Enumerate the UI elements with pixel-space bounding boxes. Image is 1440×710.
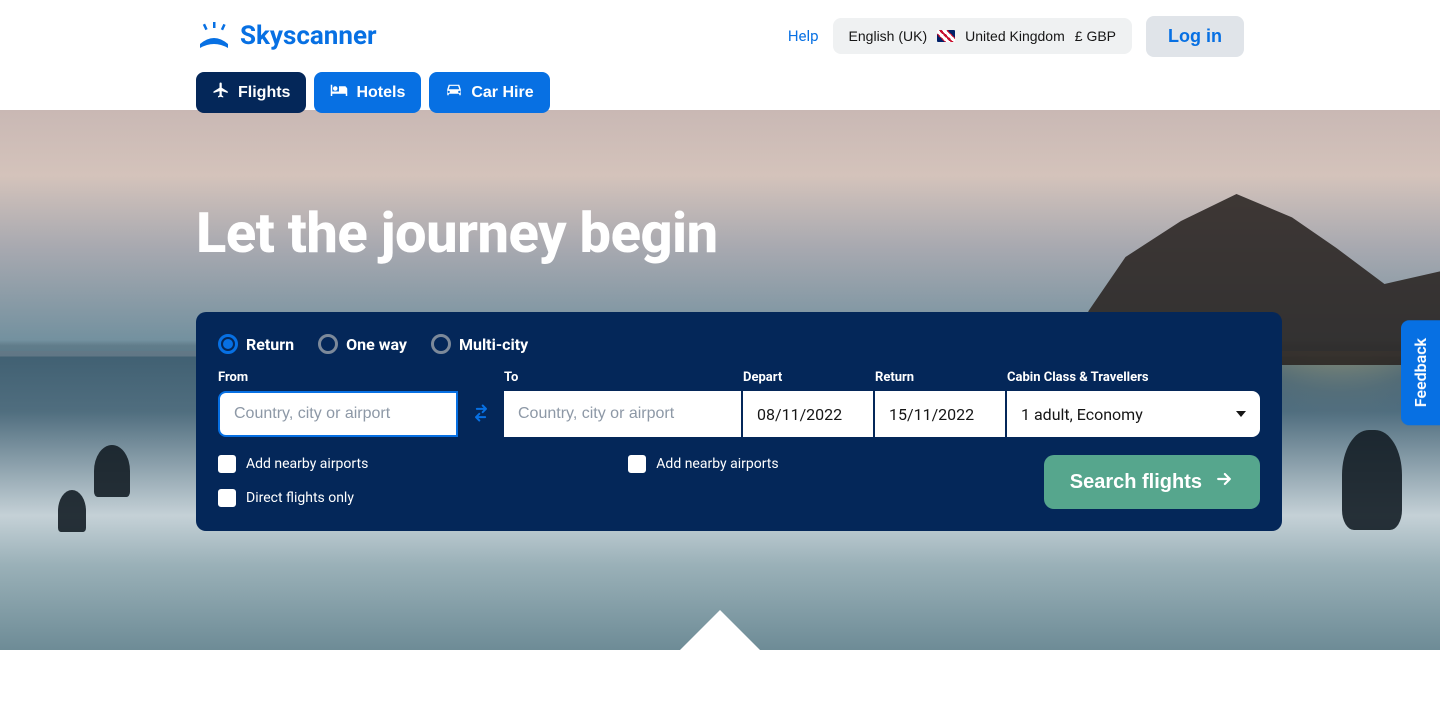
flight-search-panel: Return One way Multi-city From — [196, 312, 1282, 531]
trip-return-radio[interactable]: Return — [218, 334, 294, 354]
region-country: United Kingdom — [965, 28, 1065, 44]
region-language: English (UK) — [849, 28, 928, 44]
tab-hotels[interactable]: Hotels — [314, 72, 421, 113]
chevron-down-icon — [1236, 411, 1246, 417]
hero-title: Let the journey begin — [196, 200, 1244, 266]
bed-icon — [330, 81, 348, 104]
car-icon — [445, 81, 463, 104]
uk-flag-icon — [937, 30, 955, 42]
swap-icon — [471, 403, 491, 426]
depart-label: Depart — [743, 370, 873, 385]
nearby-to-label: Add nearby airports — [656, 456, 778, 472]
help-link[interactable]: Help — [788, 27, 819, 45]
depart-date-value: 08/11/2022 — [757, 405, 842, 424]
tab-hotels-label: Hotels — [356, 84, 405, 102]
checkbox-icon — [628, 455, 646, 473]
radio-icon — [318, 334, 338, 354]
plane-icon — [212, 81, 230, 104]
region-selector[interactable]: English (UK) United Kingdom £ GBP — [833, 18, 1132, 54]
sun-icon — [196, 22, 232, 50]
brand-name: Skyscanner — [240, 21, 377, 51]
depart-date-picker[interactable]: 08/11/2022 — [743, 391, 873, 437]
trip-oneway-radio[interactable]: One way — [318, 334, 407, 354]
feedback-tab[interactable]: Feedback — [1401, 320, 1440, 425]
from-label: From — [218, 370, 458, 385]
direct-only-checkbox[interactable]: Direct flights only — [218, 489, 368, 507]
checkbox-icon — [218, 489, 236, 507]
tab-carhire-label: Car Hire — [471, 84, 533, 102]
to-label: To — [504, 370, 741, 385]
brand-logo[interactable]: Skyscanner — [196, 21, 377, 51]
arrow-right-icon — [1214, 469, 1234, 495]
search-flights-label: Search flights — [1070, 471, 1202, 494]
trip-return-label: Return — [246, 335, 294, 354]
return-label: Return — [875, 370, 1005, 385]
tab-carhire[interactable]: Car Hire — [429, 72, 549, 113]
radio-icon — [431, 334, 451, 354]
trip-multicity-label: Multi-city — [459, 335, 528, 354]
checkbox-icon — [218, 455, 236, 473]
login-button[interactable]: Log in — [1146, 16, 1244, 57]
direct-only-label: Direct flights only — [246, 490, 354, 506]
cabin-travellers-value: 1 adult, Economy — [1021, 405, 1143, 424]
nearby-to-checkbox[interactable]: Add nearby airports — [628, 455, 778, 473]
search-flights-button[interactable]: Search flights — [1044, 455, 1260, 509]
return-date-picker[interactable]: 15/11/2022 — [875, 391, 1005, 437]
to-input[interactable] — [504, 391, 741, 437]
nearby-from-checkbox[interactable]: Add nearby airports — [218, 455, 368, 473]
tab-flights-label: Flights — [238, 84, 290, 102]
radio-selected-icon — [218, 334, 238, 354]
trip-multicity-radio[interactable]: Multi-city — [431, 334, 528, 354]
cabin-travellers-select[interactable]: 1 adult, Economy — [1007, 391, 1260, 437]
nearby-from-label: Add nearby airports — [246, 456, 368, 472]
hero-curve-divider — [0, 606, 1440, 658]
from-input[interactable] — [218, 391, 458, 437]
region-currency: £ GBP — [1075, 28, 1116, 44]
cabin-label: Cabin Class & Travellers — [1007, 370, 1260, 385]
return-date-value: 15/11/2022 — [889, 405, 974, 424]
swap-button[interactable] — [460, 391, 502, 437]
tab-flights[interactable]: Flights — [196, 72, 306, 113]
trip-oneway-label: One way — [346, 335, 407, 354]
